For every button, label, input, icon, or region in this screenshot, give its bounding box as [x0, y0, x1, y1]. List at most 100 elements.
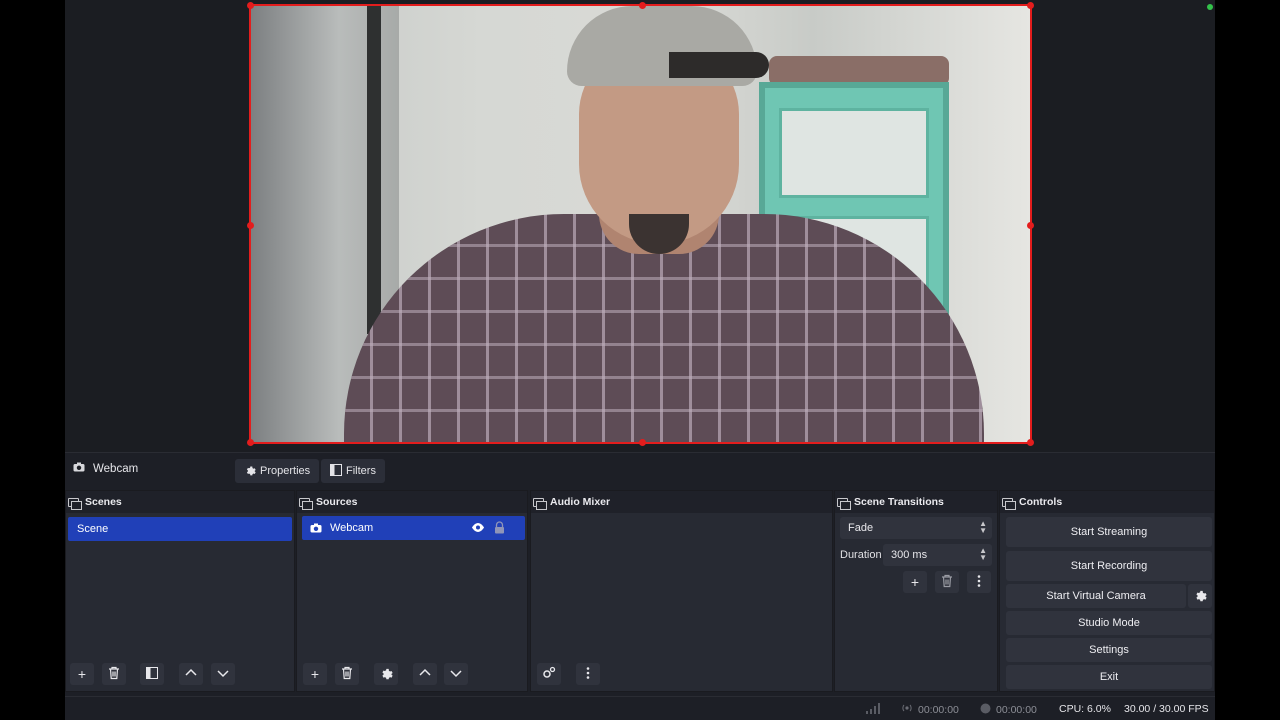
scene-transitions-dock: Scene Transitions Fade ▲ ▼ Duration 300 m… — [834, 490, 998, 692]
add-source-button[interactable]: + — [303, 663, 327, 685]
record-time: 00:00:00 — [996, 704, 1037, 716]
studio-mode-label: Studio Mode — [1078, 617, 1140, 629]
settings-label: Settings — [1089, 644, 1129, 656]
virtual-camera-settings-button[interactable] — [1188, 584, 1212, 608]
move-source-up-button[interactable] — [413, 663, 437, 685]
settings-button[interactable]: Settings — [1006, 638, 1212, 662]
stream-status: 00:00:00 — [901, 703, 959, 716]
chevron-up-icon — [418, 666, 432, 683]
status-indicator — [1207, 4, 1213, 10]
plus-icon: + — [77, 666, 87, 682]
more-vertical-icon — [972, 574, 986, 591]
start-recording-label: Start Recording — [1070, 560, 1148, 572]
duration-label: Duration — [840, 549, 882, 561]
trash-icon — [340, 666, 354, 683]
start-streaming-label: Start Streaming — [1070, 526, 1148, 538]
dock-float-icon[interactable] — [68, 497, 82, 510]
duration-value: 300 ms — [891, 549, 928, 561]
dock-float-icon[interactable] — [1002, 497, 1016, 510]
remove-source-button[interactable] — [335, 663, 359, 685]
advanced-audio-button[interactable] — [537, 663, 561, 685]
cap-brim — [669, 52, 769, 78]
scenes-dock: Scenes Scene + — [65, 490, 295, 692]
chevron-down-icon — [449, 666, 463, 683]
move-scene-up-button[interactable] — [179, 663, 203, 685]
start-recording-button[interactable]: Start Recording — [1006, 551, 1212, 581]
remove-transition-button[interactable] — [935, 571, 959, 593]
transition-select[interactable]: Fade ▲ ▼ — [840, 517, 992, 539]
scenes-toolbar: + — [66, 663, 294, 687]
trash-icon — [940, 574, 954, 591]
transition-menu-button[interactable] — [967, 571, 991, 593]
record-icon — [980, 703, 991, 717]
scene-transitions-header[interactable]: Scene Transitions — [835, 491, 997, 513]
selected-source: Webcam — [73, 462, 138, 475]
audio-mixer-menu-button[interactable] — [576, 663, 600, 685]
broadcast-icon — [901, 703, 913, 716]
status-bar: 00:00:00 00:00:00 CPU: 6.0% 30.00 / 30.0… — [65, 696, 1215, 720]
source-context-bar: Webcam Properties Filters — [65, 452, 1215, 488]
move-source-down-button[interactable] — [444, 663, 468, 685]
dock-float-icon[interactable] — [837, 497, 851, 510]
lock-icon[interactable] — [494, 521, 505, 534]
exit-button[interactable]: Exit — [1006, 665, 1212, 689]
stream-time: 00:00:00 — [918, 703, 959, 716]
controls-title: Controls — [1019, 496, 1063, 508]
sources-dock: Sources Webcam + — [296, 490, 528, 692]
move-scene-down-button[interactable] — [211, 663, 235, 685]
scene-transitions-title: Scene Transitions — [854, 496, 944, 508]
gear-icon — [244, 464, 256, 479]
filters-button[interactable]: Filters — [321, 459, 385, 483]
plus-icon: + — [910, 574, 920, 590]
dock-float-icon[interactable] — [533, 497, 547, 510]
start-virtual-camera-label: Start Virtual Camera — [1046, 590, 1146, 602]
camera-icon — [73, 462, 85, 475]
cpu-usage: CPU: 6.0% — [1059, 703, 1111, 715]
scene-item[interactable]: Scene — [68, 517, 292, 541]
properties-button[interactable]: Properties — [235, 459, 320, 483]
fps-readout: 30.00 / 30.00 FPS — [1124, 703, 1209, 715]
filters-label: Filters — [346, 465, 376, 477]
add-transition-button[interactable]: + — [903, 571, 927, 593]
scenes-title: Scenes — [85, 496, 122, 508]
record-status: 00:00:00 — [980, 703, 1037, 717]
scene-filters-button[interactable] — [140, 663, 164, 685]
chevron-down-icon — [216, 666, 230, 683]
remove-scene-button[interactable] — [102, 663, 126, 685]
background-pole — [367, 4, 381, 334]
filter-icon — [330, 463, 342, 479]
start-virtual-camera-button[interactable]: Start Virtual Camera — [1006, 584, 1186, 608]
studio-mode-button[interactable]: Studio Mode — [1006, 611, 1212, 635]
plus-icon: + — [310, 666, 320, 682]
signal-bars-icon — [866, 703, 880, 714]
cabinet-door — [779, 108, 929, 198]
audio-mixer-dock: Audio Mixer — [530, 490, 833, 692]
webcam-preview[interactable] — [249, 4, 1032, 444]
audio-mixer-title: Audio Mixer — [550, 496, 611, 508]
scenes-header[interactable]: Scenes — [66, 491, 294, 513]
more-vertical-icon — [581, 666, 595, 683]
camera-icon — [310, 523, 322, 533]
chevron-updown-icon[interactable]: ▲ ▼ — [979, 547, 987, 562]
preview-area[interactable] — [65, 0, 1215, 452]
gear-icon — [379, 666, 393, 683]
transition-value: Fade — [848, 522, 874, 534]
gear-icon — [1193, 588, 1207, 605]
gears-icon — [542, 666, 556, 683]
controls-header[interactable]: Controls — [1000, 491, 1214, 513]
sources-header[interactable]: Sources — [297, 491, 527, 513]
duration-spinbox[interactable]: 300 ms ▲ ▼ — [883, 544, 992, 566]
selected-source-name: Webcam — [93, 462, 139, 475]
add-scene-button[interactable]: + — [70, 663, 94, 685]
trash-icon — [107, 666, 121, 683]
dock-float-icon[interactable] — [299, 497, 313, 510]
start-streaming-button[interactable]: Start Streaming — [1006, 517, 1212, 547]
source-properties-button[interactable] — [374, 663, 398, 685]
sources-toolbar: + — [297, 663, 527, 687]
obs-window: Webcam Properties Filters Scenes Scene + — [65, 0, 1215, 720]
source-item-webcam[interactable]: Webcam — [302, 516, 525, 540]
audio-mixer-toolbar — [531, 663, 832, 687]
chevron-updown-icon: ▲ ▼ — [979, 519, 987, 535]
audio-mixer-header[interactable]: Audio Mixer — [531, 491, 832, 513]
eye-icon[interactable] — [471, 522, 485, 533]
